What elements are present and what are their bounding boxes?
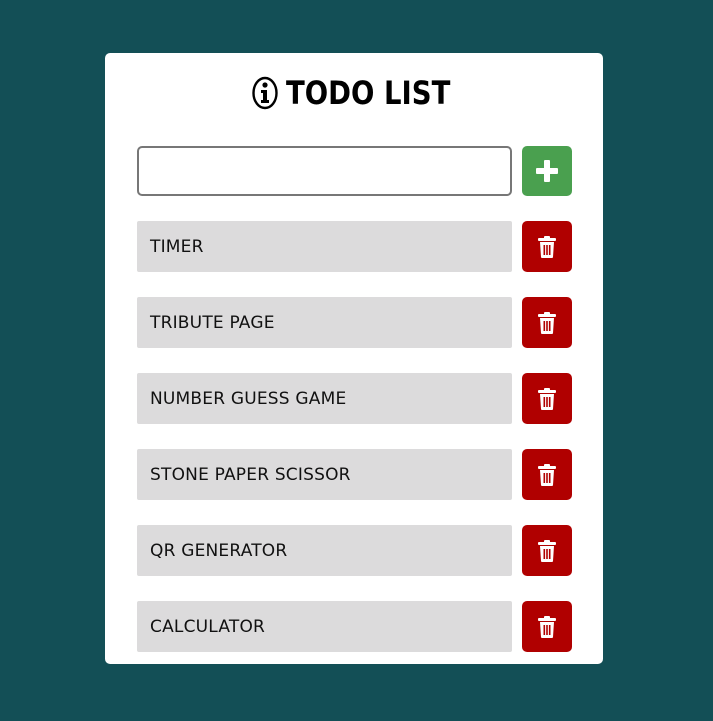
list-item: QR GENERATOR — [137, 525, 572, 576]
todo-label: STONE PAPER SCISSOR — [137, 449, 512, 500]
todo-input[interactable] — [137, 146, 512, 196]
list-item: TIMER — [137, 221, 572, 272]
delete-button[interactable] — [522, 297, 572, 348]
trash-icon — [538, 615, 556, 638]
todo-list: TIMER TRIBUTE PAGE NUMBER GUESS GAME STO… — [137, 221, 572, 677]
list-item: STONE PAPER SCISSOR — [137, 449, 572, 500]
delete-button[interactable] — [522, 373, 572, 424]
trash-icon — [538, 311, 556, 334]
list-item: NUMBER GUESS GAME — [137, 373, 572, 424]
list-item: CALCULATOR — [137, 601, 572, 652]
delete-button[interactable] — [522, 449, 572, 500]
todo-label: NUMBER GUESS GAME — [137, 373, 512, 424]
input-row — [137, 146, 572, 196]
title-text: TODO LIST — [286, 74, 451, 112]
todo-label: TIMER — [137, 221, 512, 272]
delete-button[interactable] — [522, 221, 572, 272]
todo-card: TODO LIST TIMER TRIBUTE PAGE NUMBER GUES… — [105, 53, 603, 664]
list-item: TRIBUTE PAGE — [137, 297, 572, 348]
add-button[interactable] — [522, 146, 572, 196]
page-title: TODO LIST — [105, 73, 603, 113]
info-icon — [252, 76, 279, 110]
delete-button[interactable] — [522, 525, 572, 576]
trash-icon — [538, 539, 556, 562]
trash-icon — [538, 463, 556, 486]
trash-icon — [538, 235, 556, 258]
delete-button[interactable] — [522, 601, 572, 652]
todo-label: CALCULATOR — [137, 601, 512, 652]
todo-label: TRIBUTE PAGE — [137, 297, 512, 348]
todo-label: QR GENERATOR — [137, 525, 512, 576]
plus-icon — [536, 160, 558, 182]
trash-icon — [538, 387, 556, 410]
